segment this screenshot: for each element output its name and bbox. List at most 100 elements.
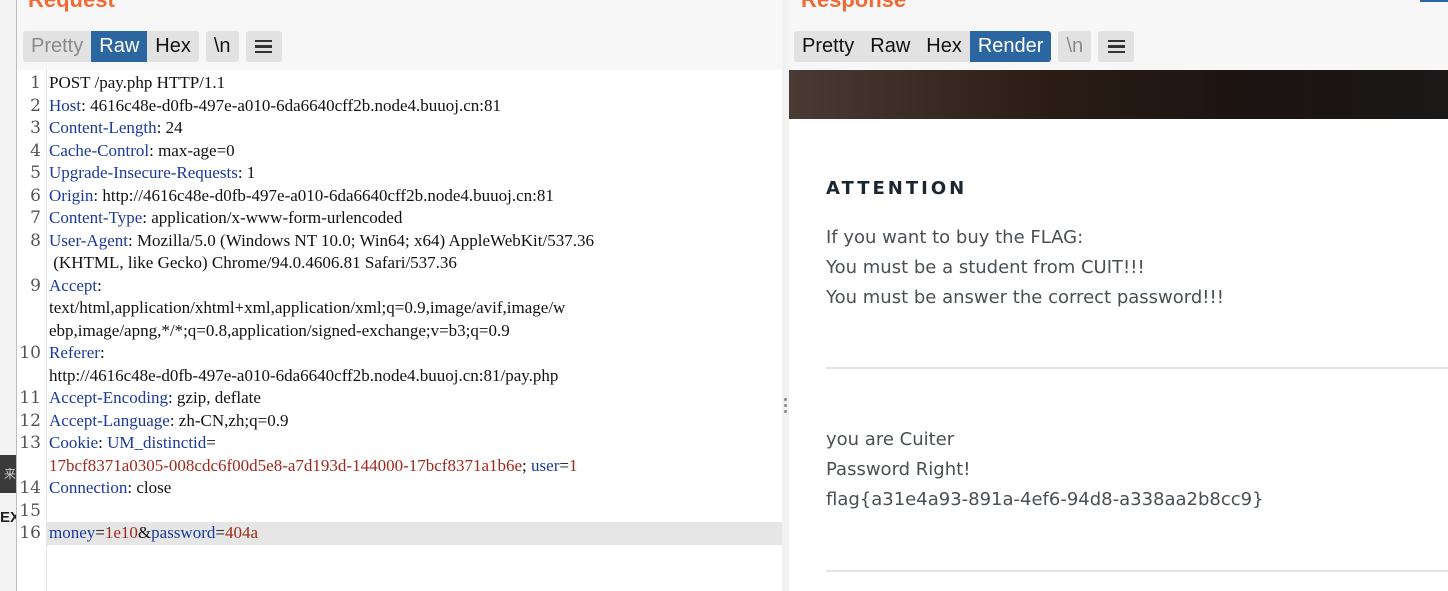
result-line: you are Cuiter <box>826 429 955 450</box>
request-line[interactable]: ebp,image/apng,*/*;q=0.8,application/sig… <box>17 320 782 343</box>
request-line[interactable]: 13 Cookie: UM_distinctid= <box>17 432 782 455</box>
divider <box>826 570 1448 572</box>
request-line[interactable]: 5 Upgrade-Insecure-Requests: 1 <box>17 162 782 185</box>
header-key: Content-Type <box>49 208 143 227</box>
line-code: ebp,image/apng,*/*;q=0.8,application/sig… <box>49 320 510 343</box>
response-title: Response <box>801 0 906 13</box>
line-number: 6 <box>30 185 41 206</box>
line-number: 14 <box>19 478 41 498</box>
header-key: Host <box>49 95 82 115</box>
request-line[interactable]: 16 money=1e10&password=404a <box>17 522 782 545</box>
request-line[interactable]: 3 Content-Length: 24 <box>17 117 782 140</box>
response-toolbar: Pretty Raw Hex Render \n <box>794 31 1141 62</box>
header-key: user <box>531 455 560 475</box>
line-code: Accept-Language: zh-CN,zh;q=0.9 <box>49 410 288 433</box>
request-line[interactable]: 1 POST /pay.php HTTP/1.1 <box>17 72 782 95</box>
request-tab-hex[interactable]: Hex <box>147 31 199 62</box>
header-key: Upgrade-Insecure-Requests <box>49 163 238 182</box>
line-number: 3 <box>30 118 41 138</box>
text-value: POST /pay.php HTTP/1.1 <box>49 73 226 92</box>
response-tab-raw[interactable]: Raw <box>862 31 918 62</box>
request-line[interactable]: 17bcf8371a0305-008cdc6f00d5e8-a7d193d-14… <box>17 455 782 478</box>
text-value: = <box>95 523 105 542</box>
text-value: : <box>99 343 105 362</box>
response-newline-toggle[interactable]: \n <box>1058 31 1091 62</box>
hamburger-menu-icon[interactable] <box>246 31 282 62</box>
request-line[interactable]: 2 Host: 4616c48e-d0fb-497e-a010-6da6640cf… <box>17 95 782 118</box>
request-tab-raw[interactable]: Raw <box>91 31 148 62</box>
request-panel: Request Pretty Raw Hex \n 1 POST /pay.php… <box>17 0 782 591</box>
request-line[interactable]: 11 Accept-Encoding: gzip, deflate <box>17 387 782 410</box>
text-value: http://4616c48e-d0fb-497e-a010-6da6640cf… <box>49 365 559 385</box>
text-value: : Mozilla/5.0 (Windows NT 10.0; Win64; x… <box>127 230 594 250</box>
background-window-dark-label: 来 <box>4 467 17 481</box>
line-number: 16 <box>19 523 41 543</box>
flag-text[interactable]: flag{a31e4a93-891a-4ef6-94d8-a338aa2b8cc… <box>826 485 1264 515</box>
rendered-response: ATTENTION If you want to buy the FLAG: Y… <box>789 70 1448 591</box>
text-value: : close <box>127 478 172 497</box>
response-view-tabs: Pretty Raw Hex Render <box>794 31 1052 62</box>
text-value: : <box>97 275 102 295</box>
request-line[interactable]: 7 Content-Type: application/x-www-form-ur… <box>17 207 782 230</box>
request-line[interactable]: http://4616c48e-d0fb-497e-a010-6da6640cf… <box>17 365 782 388</box>
line-code: Accept-Encoding: gzip, deflate <box>49 387 261 410</box>
line-code: money=1e10&password=404a <box>49 522 258 545</box>
request-line[interactable]: 6 Origin: http://4616c48e-d0fb-497e-a010-… <box>17 185 782 208</box>
text-value: : 24 <box>156 118 183 137</box>
request-line[interactable]: 4 Cache-Control: max-age=0 <box>17 140 782 163</box>
header-key: Connection <box>49 478 128 497</box>
line-code: Content-Type: application/x-www-form-url… <box>49 207 402 230</box>
header-key: User-Agent <box>49 230 128 250</box>
param-value: 1 <box>568 455 578 475</box>
header-key: Cookie <box>49 433 99 452</box>
response-tab-hex[interactable]: Hex <box>918 31 970 62</box>
hamburger-menu-icon[interactable] <box>1098 31 1134 62</box>
line-number: 8 <box>30 230 41 251</box>
line-code: Origin: http://4616c48e-d0fb-497e-a010-6… <box>49 185 554 208</box>
result-text: you are Cuiter Password Right! flag{a31e… <box>826 425 1264 515</box>
line-number: 9 <box>30 275 41 296</box>
text-value: = <box>215 523 225 542</box>
line-code: Connection: close <box>49 477 171 500</box>
text-value: : <box>98 433 108 452</box>
request-line[interactable]: 9 Accept: <box>17 275 782 298</box>
request-line[interactable]: text/html,application/xhtml+xml,applicat… <box>17 297 782 320</box>
param-value: 1e10 <box>104 523 138 542</box>
header-key: Accept-Language <box>49 410 170 430</box>
request-line[interactable]: 12 Accept-Language: zh-CN,zh;q=0.9 <box>17 410 782 433</box>
request-line[interactable]: (KHTML, like Gecko) Chrome/94.0.4606.81 … <box>17 252 782 275</box>
request-tab-pretty[interactable]: Pretty <box>23 31 91 62</box>
param-value: 404a <box>224 523 259 542</box>
text-value: text/html,application/xhtml+xml,applicat… <box>49 298 566 317</box>
header-key: password <box>151 523 216 542</box>
header-key: Accept <box>49 275 98 295</box>
result-line: Password Right! <box>826 459 971 480</box>
response-menu-group <box>1098 31 1135 62</box>
line-number: 11 <box>19 388 41 408</box>
text-value: = <box>206 433 216 452</box>
background-window-sliver: 来 EX <box>0 0 20 591</box>
request-menu-group <box>245 31 282 62</box>
response-tab-pretty[interactable]: Pretty <box>794 31 862 62</box>
line-number: 1 <box>30 73 41 93</box>
text-value: ; <box>522 455 532 475</box>
splitter-grip-icon[interactable] <box>784 398 787 416</box>
request-line[interactable]: 14 Connection: close <box>17 477 782 500</box>
text-value: (KHTML, like Gecko) Chrome/94.0.4606.81 … <box>49 253 457 272</box>
line-code: POST /pay.php HTTP/1.1 <box>49 72 225 95</box>
line-code: http://4616c48e-d0fb-497e-a010-6da6640cf… <box>49 365 558 388</box>
request-line[interactable]: 8 User-Agent: Mozilla/5.0 (Windows NT 10.… <box>17 230 782 253</box>
request-newline-toggle[interactable]: \n <box>206 31 239 62</box>
response-tab-render[interactable]: Render <box>969 31 1052 62</box>
line-code: Host: 4616c48e-d0fb-497e-a010-6da6640cff… <box>49 95 501 118</box>
request-line[interactable]: 10 Referer: <box>17 342 782 365</box>
request-toolbar: Pretty Raw Hex \n <box>23 31 289 62</box>
attention-text: If you want to buy the FLAG: You must be… <box>826 223 1224 313</box>
text-value: : 1 <box>237 163 256 182</box>
text-value: = <box>559 455 569 475</box>
line-code: Content-Length: 24 <box>49 117 183 140</box>
text-value: : application/x-www-form-urlencoded <box>142 208 403 227</box>
line-code: Referer: <box>49 342 105 365</box>
request-editor[interactable]: 1 POST /pay.php HTTP/1.1 2 Host: 4616c48e-d… <box>17 70 782 591</box>
request-line[interactable]: 15 <box>17 500 782 523</box>
